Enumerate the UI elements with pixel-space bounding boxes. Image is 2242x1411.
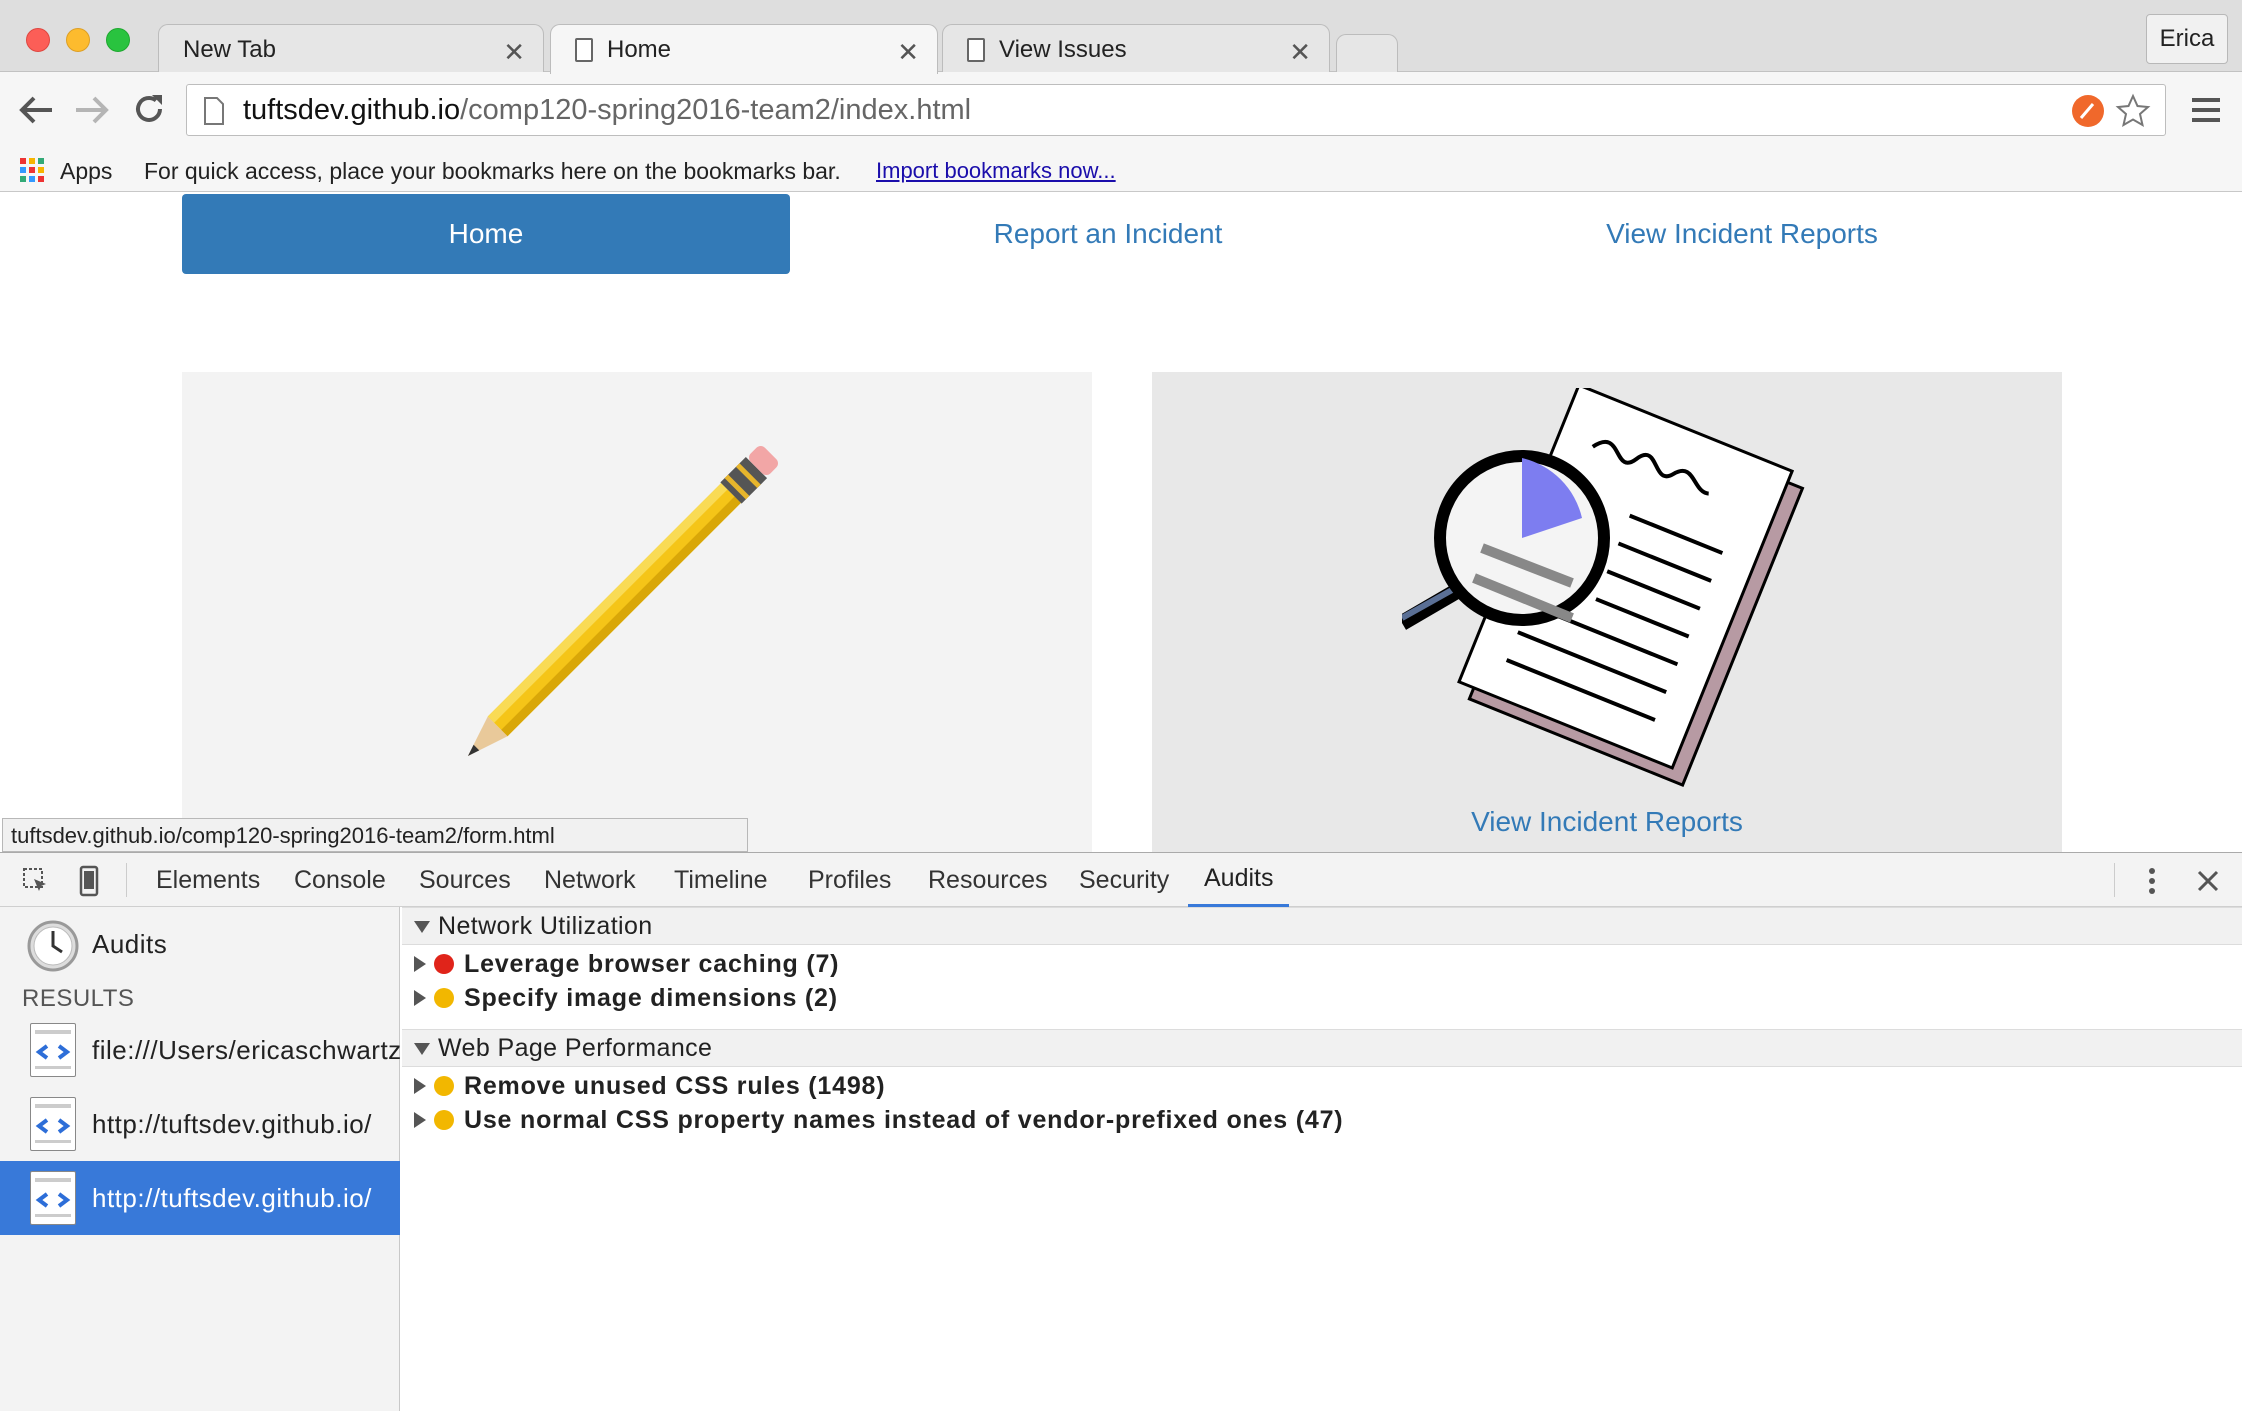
reload-icon[interactable] [132,92,166,126]
audit-item[interactable]: Specify image dimensions (2) [414,981,838,1015]
html-file-icon [30,1171,76,1225]
report-incident-card[interactable] [182,372,1092,852]
maximize-window-button[interactable] [106,28,130,52]
expand-triangle-icon[interactable] [414,921,430,933]
warning-status-icon [434,988,454,1008]
audits-launcher[interactable]: Audits [0,907,400,981]
tab-profiles[interactable]: Profiles [808,853,891,907]
tab-title: Home [607,35,672,63]
tab-title: New Tab [183,35,276,63]
bookmarks-message: For quick access, place your bookmarks h… [144,158,841,184]
page-icon [575,37,593,62]
result-item[interactable]: http://tuftsdev.github.io/ [0,1087,400,1161]
url-host: tuftsdev.github.io [243,93,461,126]
results-heading: RESULTS [22,985,135,1012]
tab-view-issues[interactable]: View Issues ✕ [942,24,1330,74]
nav-home[interactable]: Home [182,194,790,274]
browser-tab-strip: New Tab ✕ Home ✕ View Issues ✕ Erica [0,0,2242,74]
tab-home[interactable]: Home ✕ [550,24,938,74]
inspect-element-icon[interactable] [22,867,50,895]
tab-new-tab[interactable]: New Tab ✕ [158,24,544,74]
close-devtools-icon[interactable] [2196,869,2220,893]
device-mode-icon[interactable] [78,865,100,897]
section-web-page-performance[interactable]: Web Page Performance [402,1029,2242,1067]
browser-toolbar: tuftsdev.github.io/comp120-spring2016-te… [0,72,2242,148]
section-network-utilization[interactable]: Network Utilization [402,907,2242,945]
page-viewport: Home Report an Incident View Incident Re… [0,192,2242,852]
tab-elements[interactable]: Elements [156,853,260,907]
profile-name: Erica [2159,25,2215,52]
result-item[interactable]: file:///Users/ericaschwartz [0,1013,400,1087]
page-icon [204,97,224,125]
result-item-selected[interactable]: http://tuftsdev.github.io/ [0,1161,400,1235]
view-reports-caption[interactable]: View Incident Reports [1152,806,2062,838]
error-status-icon [434,954,454,974]
close-icon[interactable]: ✕ [897,37,919,68]
audit-item[interactable]: Remove unused CSS rules (1498) [414,1069,885,1103]
audits-label: Audits [92,928,168,959]
tab-network[interactable]: Network [544,853,636,907]
collapsed-triangle-icon[interactable] [414,956,426,972]
devtools-tab-bar: Elements Console Sources Network Timelin… [0,853,2242,907]
bookmarks-bar: Apps For quick access, place your bookma… [0,148,2242,192]
html-file-icon [30,1023,76,1077]
audit-item[interactable]: Use normal CSS property names instead of… [414,1103,1343,1137]
result-url: http://tuftsdev.github.io/ [92,1108,372,1139]
extension-icon[interactable] [2071,94,2105,128]
more-options-icon[interactable] [2146,867,2158,895]
tab-console[interactable]: Console [294,853,386,907]
expand-triangle-icon[interactable] [414,1043,430,1055]
section-title: Network Utilization [438,911,653,940]
tab-resources[interactable]: Resources [928,853,1048,907]
address-bar[interactable]: tuftsdev.github.io/comp120-spring2016-te… [186,84,2166,136]
tab-security[interactable]: Security [1079,853,1169,907]
star-bookmark-icon[interactable] [2115,93,2151,129]
tab-audits[interactable]: Audits [1188,853,1290,907]
audit-item[interactable]: Leverage browser caching (7) [414,947,839,981]
audits-sidebar: Audits RESULTS file:///Users/ericaschwar… [0,907,400,1411]
audit-results: Network Utilization Leverage browser cac… [402,907,2242,1411]
html-file-icon [30,1097,76,1151]
nav-view-incident-reports[interactable]: View Incident Reports [1438,194,2046,274]
import-bookmarks-link[interactable]: Import bookmarks now... [876,158,1116,184]
status-url: tuftsdev.github.io/comp120-spring2016-te… [11,823,555,848]
tab-title: View Issues [999,35,1127,63]
forward-icon[interactable] [74,94,110,126]
tab-timeline[interactable]: Timeline [674,853,768,907]
result-url: file:///Users/ericaschwartz [92,1034,400,1065]
apps-grid-icon[interactable] [20,158,44,182]
tab-sources[interactable]: Sources [419,853,511,907]
warning-status-icon [434,1076,454,1096]
audit-item-label: Use normal CSS property names instead of… [464,1105,1344,1134]
view-reports-card[interactable]: View Incident Reports [1152,372,2062,852]
new-tab-button[interactable] [1336,34,1398,74]
collapsed-triangle-icon[interactable] [414,1078,426,1094]
back-icon[interactable] [18,94,54,126]
close-icon[interactable]: ✕ [503,37,525,68]
nav-report-incident[interactable]: Report an Incident [804,194,1412,274]
audit-item-label: Leverage browser caching (7) [464,949,840,978]
close-icon[interactable]: ✕ [1289,37,1311,68]
devtools-panel: Elements Console Sources Network Timelin… [0,852,2242,1411]
magnifier-report-icon [1402,388,1805,788]
pencil-icon [467,445,779,757]
menu-icon[interactable] [2190,96,2222,124]
profile-button[interactable]: Erica [2146,14,2228,64]
collapsed-triangle-icon[interactable] [414,1112,426,1128]
url-path: /comp120-spring2016-team2/index.html [460,93,972,126]
audit-item-label: Remove unused CSS rules (1498) [464,1071,886,1100]
audit-item-label: Specify image dimensions (2) [464,983,838,1012]
page-icon [967,37,985,62]
minimize-window-button[interactable] [66,28,90,52]
collapsed-triangle-icon[interactable] [414,990,426,1006]
close-window-button[interactable] [26,28,50,52]
section-title: Web Page Performance [438,1033,713,1062]
clock-icon [27,920,79,972]
status-bubble: tuftsdev.github.io/comp120-spring2016-te… [2,818,748,852]
warning-status-icon [434,1110,454,1130]
apps-link[interactable]: Apps [60,158,112,185]
result-url: http://tuftsdev.github.io/ [92,1182,372,1213]
